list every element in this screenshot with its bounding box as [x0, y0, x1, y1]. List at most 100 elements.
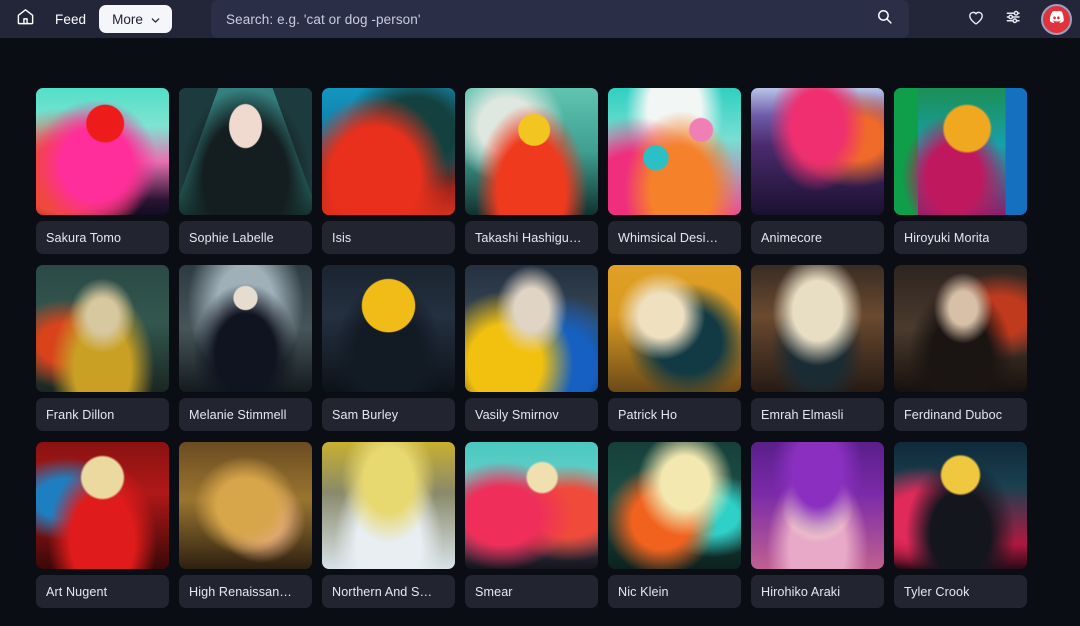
- artwork-title: Takashi Hashigu…: [475, 230, 582, 245]
- artwork-card[interactable]: Art Nugent: [36, 442, 169, 608]
- artwork-card[interactable]: Takashi Hashigu…: [465, 88, 598, 254]
- artwork-thumbnail[interactable]: [608, 88, 741, 215]
- artwork-image: [608, 88, 741, 215]
- artwork-thumbnail[interactable]: [894, 88, 1027, 215]
- artwork-title: Patrick Ho: [618, 407, 678, 422]
- artwork-label[interactable]: Isis: [322, 221, 455, 254]
- artwork-title: Animecore: [761, 230, 823, 245]
- artwork-card[interactable]: Sakura Tomo: [36, 88, 169, 254]
- artwork-label[interactable]: Sam Burley: [322, 398, 455, 431]
- artwork-label[interactable]: Smear: [465, 575, 598, 608]
- artwork-title: Hirohiko Araki: [761, 584, 841, 599]
- artwork-label[interactable]: Animecore: [751, 221, 884, 254]
- artwork-label[interactable]: Sophie Labelle: [179, 221, 312, 254]
- artwork-label[interactable]: Whimsical Desi…: [608, 221, 741, 254]
- artwork-thumbnail[interactable]: [465, 88, 598, 215]
- sliders-icon: [1004, 7, 1024, 32]
- header-actions: [959, 0, 1072, 38]
- artwork-label[interactable]: Art Nugent: [36, 575, 169, 608]
- artwork-label[interactable]: Northern And S…: [322, 575, 455, 608]
- artwork-thumbnail[interactable]: [894, 442, 1027, 569]
- artwork-image: [465, 442, 598, 569]
- artwork-image: [322, 442, 455, 569]
- artwork-title: Northern And S…: [332, 584, 433, 599]
- home-button[interactable]: [8, 2, 42, 36]
- artwork-label[interactable]: Ferdinand Duboc: [894, 398, 1027, 431]
- artwork-thumbnail[interactable]: [465, 265, 598, 392]
- artwork-card[interactable]: Frank Dillon: [36, 265, 169, 431]
- artwork-thumbnail[interactable]: [179, 442, 312, 569]
- artwork-thumbnail[interactable]: [608, 442, 741, 569]
- artwork-image: [36, 442, 169, 569]
- artwork-label[interactable]: Nic Klein: [608, 575, 741, 608]
- home-icon: [16, 7, 35, 31]
- artwork-card[interactable]: Isis: [322, 88, 455, 254]
- artwork-card[interactable]: Smear: [465, 442, 598, 608]
- artwork-thumbnail[interactable]: [322, 265, 455, 392]
- artwork-label[interactable]: Hirohiko Araki: [751, 575, 884, 608]
- artwork-title: Sophie Labelle: [189, 230, 274, 245]
- artwork-image: [751, 265, 884, 392]
- top-navigation-bar: Feed More: [0, 0, 1080, 38]
- artwork-label[interactable]: Melanie Stimmell: [179, 398, 312, 431]
- artwork-card[interactable]: Hirohiko Araki: [751, 442, 884, 608]
- artwork-card[interactable]: Patrick Ho: [608, 265, 741, 431]
- search-bar[interactable]: [211, 0, 909, 38]
- artwork-title: Smear: [475, 584, 513, 599]
- search-submit-button[interactable]: [869, 4, 899, 34]
- filters-button[interactable]: [997, 2, 1031, 36]
- artwork-thumbnail[interactable]: [751, 265, 884, 392]
- artwork-thumbnail[interactable]: [608, 265, 741, 392]
- artwork-card[interactable]: Emrah Elmasli: [751, 265, 884, 431]
- artwork-thumbnail[interactable]: [322, 442, 455, 569]
- more-menu-label: More: [112, 11, 143, 27]
- artwork-image: [894, 88, 1027, 215]
- artwork-image: [751, 88, 884, 215]
- artwork-label[interactable]: High Renaissan…: [179, 575, 312, 608]
- artwork-label[interactable]: Patrick Ho: [608, 398, 741, 431]
- nav-item-feed[interactable]: Feed: [42, 12, 99, 27]
- favorites-button[interactable]: [959, 2, 993, 36]
- artwork-card[interactable]: Nic Klein: [608, 442, 741, 608]
- artwork-thumbnail[interactable]: [36, 88, 169, 215]
- more-menu-button[interactable]: More: [99, 5, 172, 33]
- artwork-title: Tyler Crook: [904, 584, 970, 599]
- artwork-image: [465, 88, 598, 215]
- artwork-thumbnail[interactable]: [36, 442, 169, 569]
- search-input[interactable]: [226, 11, 869, 27]
- artwork-thumbnail[interactable]: [179, 88, 312, 215]
- artwork-label[interactable]: Tyler Crook: [894, 575, 1027, 608]
- artwork-card[interactable]: Animecore: [751, 88, 884, 254]
- artwork-thumbnail[interactable]: [751, 88, 884, 215]
- artwork-card[interactable]: Ferdinand Duboc: [894, 265, 1027, 431]
- artwork-label[interactable]: Takashi Hashigu…: [465, 221, 598, 254]
- artwork-title: Sam Burley: [332, 407, 399, 422]
- artwork-card[interactable]: Vasily Smirnov: [465, 265, 598, 431]
- artwork-card[interactable]: Whimsical Desi…: [608, 88, 741, 254]
- artwork-label[interactable]: Sakura Tomo: [36, 221, 169, 254]
- artwork-label[interactable]: Emrah Elmasli: [751, 398, 884, 431]
- artwork-image: [465, 265, 598, 392]
- artwork-image: [894, 442, 1027, 569]
- artwork-image: [608, 442, 741, 569]
- artwork-title: Melanie Stimmell: [189, 407, 287, 422]
- artwork-thumbnail[interactable]: [36, 265, 169, 392]
- artwork-image: [894, 265, 1027, 392]
- artwork-card[interactable]: Tyler Crook: [894, 442, 1027, 608]
- artwork-thumbnail[interactable]: [179, 265, 312, 392]
- artwork-card[interactable]: Sophie Labelle: [179, 88, 312, 254]
- artwork-label[interactable]: Frank Dillon: [36, 398, 169, 431]
- artwork-thumbnail[interactable]: [894, 265, 1027, 392]
- artwork-label[interactable]: Vasily Smirnov: [465, 398, 598, 431]
- user-avatar[interactable]: [1041, 3, 1072, 35]
- artwork-label[interactable]: Hiroyuki Morita: [894, 221, 1027, 254]
- artwork-thumbnail[interactable]: [751, 442, 884, 569]
- artwork-card[interactable]: Sam Burley: [322, 265, 455, 431]
- artwork-card[interactable]: Hiroyuki Morita: [894, 88, 1027, 254]
- heart-icon: [966, 7, 986, 32]
- artwork-thumbnail[interactable]: [465, 442, 598, 569]
- artwork-thumbnail[interactable]: [322, 88, 455, 215]
- artwork-card[interactable]: Melanie Stimmell: [179, 265, 312, 431]
- artwork-card[interactable]: High Renaissan…: [179, 442, 312, 608]
- artwork-card[interactable]: Northern And S…: [322, 442, 455, 608]
